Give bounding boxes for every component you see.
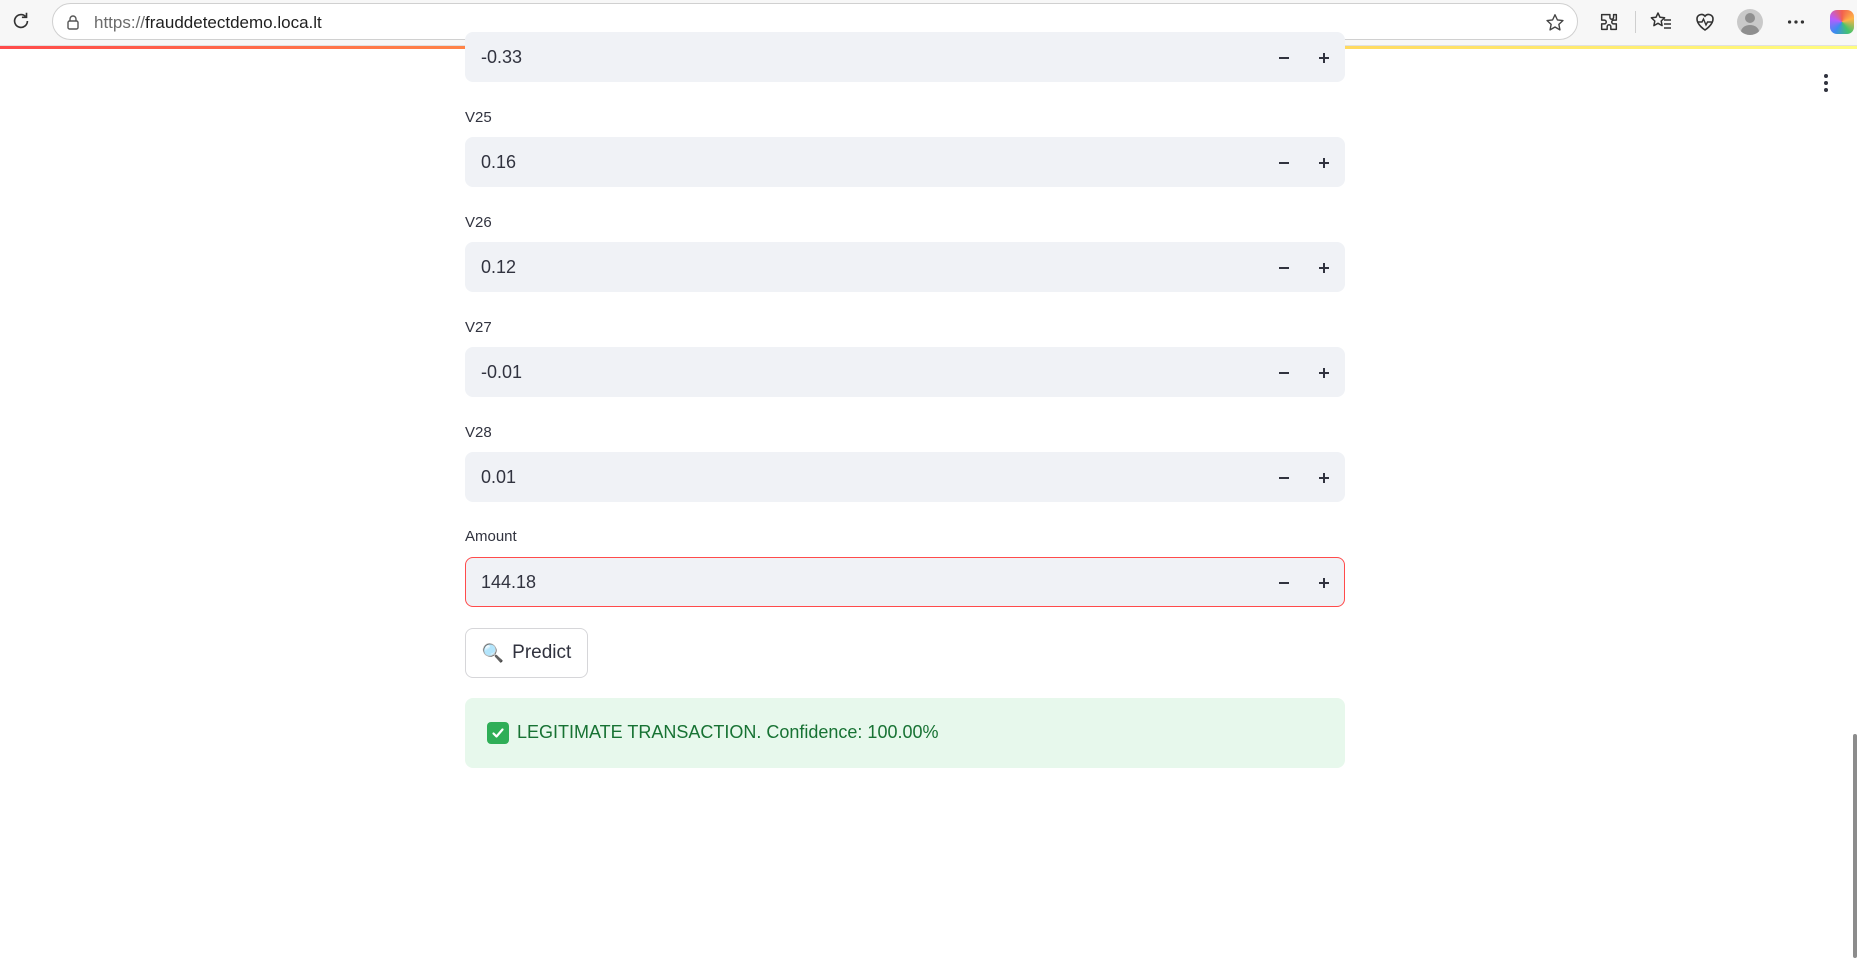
decrement-button[interactable] [1268,42,1300,74]
predict-button-label: Predict [512,642,572,663]
scrollbar-thumb[interactable] [1853,734,1857,958]
star-icon[interactable] [1543,11,1567,35]
check-icon [487,722,509,744]
input-value: -0.01 [481,362,523,382]
url-host: frauddetectdemo.loca.lt [145,13,322,32]
increment-button[interactable] [1308,42,1340,74]
decrement-button[interactable] [1268,462,1300,494]
field-label-v28: V28 [465,424,492,441]
number-input-v25[interactable]: 0.16 [465,137,1345,187]
number-input-v27[interactable]: -0.01 [465,347,1345,397]
predict-button[interactable]: 🔍 Predict [465,628,588,678]
increment-button[interactable] [1308,147,1340,179]
decrement-button[interactable] [1268,567,1300,599]
input-value: 0.16 [481,152,517,172]
increment-button[interactable] [1308,462,1340,494]
favorites-icon[interactable] [1646,7,1676,37]
reload-icon[interactable] [8,8,34,34]
field-label-v27: V27 [465,319,492,336]
number-input-v28[interactable]: 0.01 [465,452,1345,502]
input-value: 0.12 [481,257,517,277]
increment-button[interactable] [1308,357,1340,389]
magnifier-icon: 🔍 [481,642,505,663]
decrement-button[interactable] [1268,147,1300,179]
result-alert: LEGITIMATE TRANSACTION. Confidence: 100.… [465,698,1345,768]
url-text[interactable]: https://frauddetectdemo.loca.lt [94,13,322,33]
number-input-v26[interactable]: 0.12 [465,242,1345,292]
number-input-partial[interactable]: -0.33 [465,32,1345,82]
profile-avatar[interactable] [1735,7,1765,37]
decrement-button[interactable] [1268,357,1300,389]
health-icon[interactable] [1690,7,1720,37]
copilot-logo [1830,10,1854,34]
app-menu-icon[interactable] [1816,70,1836,96]
input-value: 144.18 [481,572,537,592]
input-value: 0.01 [481,467,517,487]
result-message: LEGITIMATE TRANSACTION. Confidence: 100.… [517,722,939,742]
increment-button[interactable] [1308,567,1340,599]
field-label-v25: V25 [465,109,492,126]
field-label-v26: V26 [465,214,492,231]
toolbar-divider [1635,11,1636,33]
decrement-button[interactable] [1268,252,1300,284]
lock-icon[interactable] [63,12,83,32]
extensions-icon[interactable] [1594,7,1624,37]
number-input-amount[interactable]: 144.18 [465,557,1345,607]
field-label-amount: Amount [465,528,517,545]
input-value: -0.33 [481,47,523,67]
more-icon[interactable] [1781,7,1811,37]
url-protocol: https:// [94,13,146,32]
increment-button[interactable] [1308,252,1340,284]
avatar [1737,9,1763,35]
copilot-icon[interactable] [1827,7,1857,37]
